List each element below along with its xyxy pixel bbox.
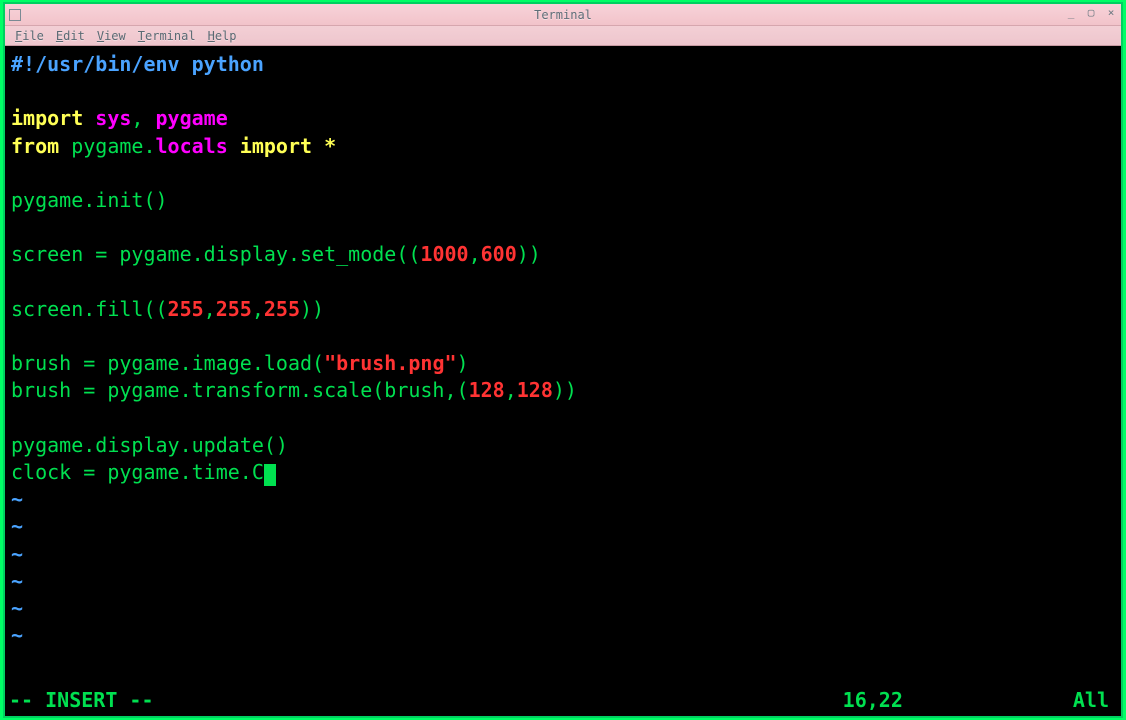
mod-pygame: pygame (156, 106, 228, 130)
str-brush: "brush.png" (324, 351, 456, 375)
num-255a: 255 (168, 297, 204, 321)
maximize-button[interactable]: ▢ (1084, 6, 1098, 20)
menu-bar: File Edit View Terminal Help (5, 26, 1121, 46)
vim-status-line: -- INSERT -- 16,22 All (9, 688, 1117, 712)
minimize-button[interactable]: _ (1064, 6, 1078, 20)
kw-import: import (11, 106, 83, 130)
vim-tilde: ~ (11, 514, 23, 538)
num-255c: 255 (264, 297, 300, 321)
code-line-clock: clock = pygame.time.C (11, 460, 264, 484)
vim-tilde: ~ (11, 542, 23, 566)
paren-close-2: )) (300, 297, 324, 321)
vim-tilde: ~ (11, 623, 23, 647)
paren-close-3: ) (457, 351, 469, 375)
num-1000: 1000 (420, 242, 468, 266)
menu-file[interactable]: File (15, 29, 44, 43)
kw-import-2: import (228, 134, 312, 158)
menu-edit[interactable]: Edit (56, 29, 85, 43)
code-line-update: pygame.display.update() (11, 433, 288, 457)
code-shebang: #!/usr/bin/env python (11, 52, 264, 76)
code-line-init: pygame.init() (11, 188, 168, 212)
scroll-percent: All (1073, 688, 1109, 712)
kw-from: from (11, 134, 59, 158)
menu-view[interactable]: View (97, 29, 126, 43)
ident-locals: locals (156, 134, 228, 158)
vim-mode: -- INSERT -- (9, 688, 154, 712)
close-button[interactable]: × (1104, 6, 1118, 20)
code-line-load: brush = pygame.image.load( (11, 351, 324, 375)
c: , (204, 297, 216, 321)
window-titlebar[interactable]: Terminal _ ▢ × (5, 4, 1121, 26)
app-icon (9, 9, 21, 21)
vim-tilde: ~ (11, 596, 23, 620)
text-cursor (264, 464, 276, 486)
num-255b: 255 (216, 297, 252, 321)
pkg-pygame: pygame. (59, 134, 155, 158)
c2: , (252, 297, 264, 321)
code-line-screen: screen = pygame.display.set_mode(( (11, 242, 420, 266)
comma-2: , (469, 242, 481, 266)
terminal-window: Terminal _ ▢ × File Edit View Terminal H… (3, 2, 1123, 718)
c3: , (505, 378, 517, 402)
star: * (312, 134, 336, 158)
editor-area[interactable]: #!/usr/bin/env python import sys, pygame… (7, 47, 1119, 714)
comma: , (131, 106, 155, 130)
menu-help[interactable]: Help (208, 29, 237, 43)
num-128b: 128 (517, 378, 553, 402)
num-600: 600 (481, 242, 517, 266)
vim-tilde: ~ (11, 569, 23, 593)
cursor-position: 16,22 (843, 688, 903, 712)
menu-terminal[interactable]: Terminal (138, 29, 196, 43)
vim-tilde: ~ (11, 487, 23, 511)
code-line-fill: screen.fill(( (11, 297, 168, 321)
paren-close-4: )) (553, 378, 577, 402)
mod-sys: sys (95, 106, 131, 130)
num-128a: 128 (469, 378, 505, 402)
paren-close-1: )) (517, 242, 541, 266)
window-title: Terminal (534, 8, 592, 22)
code-line-scale: brush = pygame.transform.scale(brush,( (11, 378, 469, 402)
